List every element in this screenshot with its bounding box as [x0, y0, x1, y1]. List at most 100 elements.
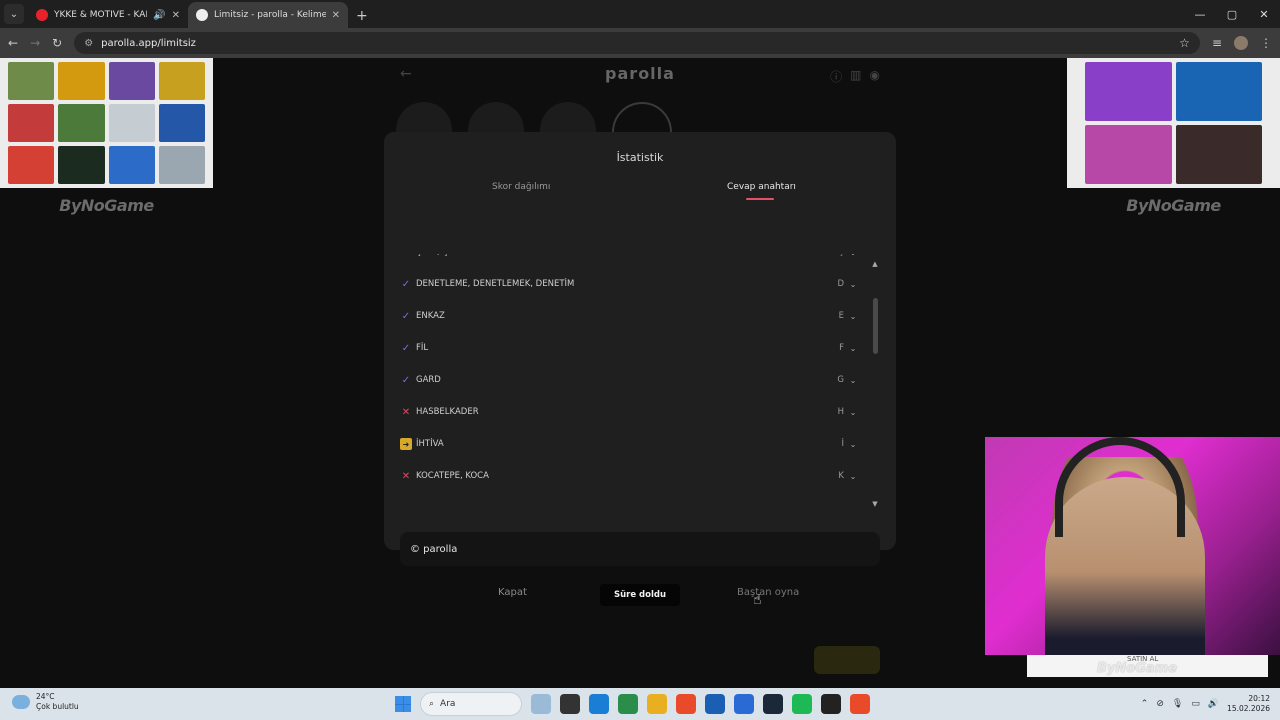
browser-tab-music[interactable]: YKKE & MOTIVE - KARANLI 🔊 ✕ — [28, 2, 188, 28]
list-scrollbar[interactable]: ▲ ▼ — [870, 260, 880, 510]
ad-tile[interactable] — [8, 146, 55, 184]
sponsor-brand: ByNoGame — [1097, 661, 1177, 676]
ad-tile[interactable] — [1175, 125, 1262, 184]
answer-letter: K — [838, 471, 844, 481]
ad-brand-right[interactable]: ByNoGame — [1067, 196, 1280, 215]
answer-row[interactable]: ➜ İHTİVA İ ⌄ — [400, 434, 860, 454]
ad-tile[interactable] — [1175, 62, 1262, 121]
taskbar-search[interactable]: ⌕ Ara — [420, 692, 522, 716]
windows-start-icon[interactable] — [395, 696, 411, 712]
reload-icon[interactable]: ↻ — [52, 36, 62, 50]
tab-answer-key[interactable]: Cevap anahtarı — [727, 182, 796, 192]
answer-row[interactable]: ✕ HASBELKADER H ⌄ — [400, 402, 860, 422]
taskbar-app-icon[interactable] — [647, 694, 667, 714]
bookmark-star-icon[interactable]: ☆ — [1179, 36, 1190, 50]
close-tab-icon[interactable]: ✕ — [172, 10, 180, 21]
taskbar-app-icon[interactable] — [705, 694, 725, 714]
media-control-icon[interactable]: ≡ — [1212, 36, 1222, 50]
minimize-button[interactable]: — — [1184, 0, 1216, 28]
maximize-button[interactable]: ▢ — [1216, 0, 1248, 28]
taskbar-app-icon[interactable] — [589, 694, 609, 714]
ad-tile[interactable] — [158, 62, 205, 100]
ad-tile[interactable] — [108, 104, 155, 142]
answer-row[interactable]: ✓ ÇIKTI, ÇIKTISIÇ⌄ — [400, 254, 860, 262]
ad-brand-left[interactable]: ByNoGame — [0, 196, 213, 215]
taskbar-app-icon[interactable] — [734, 694, 754, 714]
weather-widget[interactable]: 24°C Çok bulutlu — [12, 692, 79, 712]
ad-tile[interactable] — [1085, 125, 1172, 184]
close-button[interactable]: Kapat — [498, 587, 527, 598]
taskbar-app-icon[interactable] — [560, 694, 580, 714]
chevron-down-icon[interactable]: ⌄ — [846, 408, 860, 417]
chevron-down-icon[interactable]: ⌄ — [846, 376, 860, 385]
taskbar-app-icon[interactable] — [531, 694, 551, 714]
browser-menu-icon[interactable]: ⋮ — [1260, 36, 1272, 50]
ad-tile[interactable] — [158, 104, 205, 142]
site-info-icon[interactable]: ⚙ — [84, 38, 93, 49]
tab-score-distribution[interactable]: Skor dağılımı — [492, 182, 550, 192]
answer-row[interactable]: ✓ FİL F ⌄ — [400, 338, 860, 358]
taskbar-app-icon[interactable] — [792, 694, 812, 714]
answer-submit-button[interactable] — [814, 646, 880, 674]
back-icon[interactable]: ← — [8, 36, 18, 50]
url-field[interactable]: ⚙ parolla.app/limitsiz ☆ — [74, 32, 1200, 54]
cloud-icon — [12, 695, 30, 709]
taskbar-clock[interactable]: 20:12 15.02.2026 — [1227, 694, 1270, 714]
ad-banner-right[interactable] — [1067, 58, 1280, 188]
ad-banner-left[interactable] — [0, 58, 213, 188]
ad-tile[interactable] — [58, 62, 105, 100]
chevron-down-icon[interactable]: ⌄ — [846, 472, 860, 481]
answer-row[interactable]: ✕ KOCATEPE, KOCA K ⌄ — [400, 466, 860, 486]
chevron-down-icon[interactable]: ⌄ — [846, 312, 860, 321]
ad-tile[interactable] — [158, 146, 205, 184]
answer-row[interactable]: ✓ DENETLEME, DENETLEMEK, DENETİM D ⌄ — [400, 274, 860, 294]
answer-word: FİL — [416, 343, 429, 353]
profile-avatar[interactable] — [1234, 36, 1248, 50]
audio-icon[interactable]: 🔊 — [153, 10, 165, 21]
browser-tab-parolla[interactable]: Limitsiz - parolla - Kelime oyun ✕ — [188, 2, 348, 28]
taskbar-app-icon[interactable] — [850, 694, 870, 714]
chevron-down-icon[interactable]: ⌄ — [846, 280, 860, 289]
ad-tile[interactable] — [1085, 62, 1172, 121]
taskbar-app-icon[interactable] — [618, 694, 638, 714]
ad-tile[interactable] — [58, 104, 105, 142]
ad-tile[interactable] — [58, 146, 105, 184]
tray-hidden-icon[interactable]: ⊘ — [1156, 699, 1164, 709]
close-window-button[interactable]: ✕ — [1248, 0, 1280, 28]
chevron-down-icon[interactable]: ⌄ — [846, 344, 860, 353]
chevron-down-icon[interactable]: ⌄ — [846, 254, 860, 257]
user-icon[interactable]: ◉ — [870, 68, 880, 85]
taskbar-app-icon[interactable] — [676, 694, 696, 714]
game-header-icons: ⓘ ▥ ◉ — [830, 68, 880, 85]
volume-icon[interactable]: 🔊 — [1208, 699, 1219, 709]
chevron-down-icon[interactable]: ⌄ — [846, 440, 860, 449]
forward-icon[interactable]: → — [30, 36, 40, 50]
check-icon: ✓ — [401, 374, 411, 386]
taskbar-app-icon[interactable] — [821, 694, 841, 714]
ad-tile[interactable] — [108, 62, 155, 100]
stats-icon[interactable]: ▥ — [850, 68, 861, 85]
restart-button[interactable]: Baştan oyna — [737, 587, 799, 598]
answer-word: GARD — [416, 375, 441, 385]
tab-search-button[interactable]: ⌄ — [4, 4, 24, 24]
tray-chevron-icon[interactable]: ⌃ — [1141, 699, 1149, 709]
scroll-up-icon[interactable]: ▲ — [870, 260, 880, 268]
new-tab-button[interactable]: + — [356, 8, 368, 24]
info-icon[interactable]: ⓘ — [830, 68, 842, 85]
scroll-down-icon[interactable]: ▼ — [870, 500, 880, 508]
wrong-icon: ✕ — [401, 470, 411, 482]
microphone-icon[interactable]: 🎙 — [1172, 699, 1183, 709]
ad-tile[interactable] — [8, 104, 55, 142]
answer-row[interactable]: ✓ GARD G ⌄ — [400, 370, 860, 390]
ad-tile[interactable] — [108, 146, 155, 184]
browser-tab-bar: ⌄ YKKE & MOTIVE - KARANLI 🔊 ✕ Limitsiz -… — [0, 0, 1280, 28]
ad-tile[interactable] — [8, 62, 55, 100]
scroll-thumb[interactable] — [873, 298, 878, 354]
wrong-icon: ✕ — [401, 406, 411, 418]
tab-title: Limitsiz - parolla - Kelime oyun — [214, 10, 326, 20]
answer-letter: F — [839, 343, 844, 353]
taskbar-app-icon[interactable] — [763, 694, 783, 714]
answer-row[interactable]: ✓ ENKAZ E ⌄ — [400, 306, 860, 326]
close-tab-icon[interactable]: ✕ — [332, 10, 340, 21]
network-icon[interactable]: ▭ — [1191, 699, 1200, 709]
